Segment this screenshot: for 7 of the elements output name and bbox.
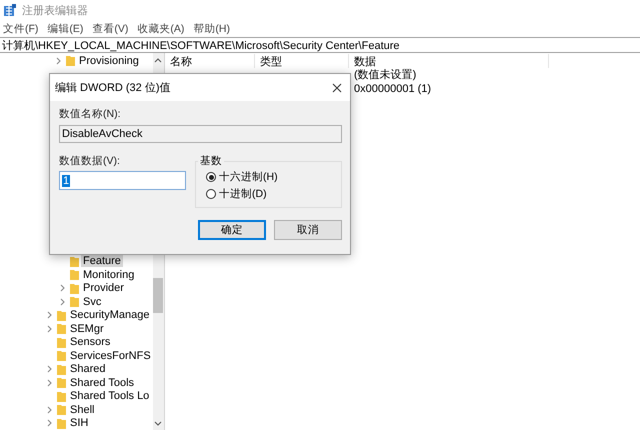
- group-label: 基数: [199, 154, 223, 168]
- window-title: 注册表编辑器: [22, 4, 88, 18]
- field-label: 数值数据(V):: [59, 154, 121, 168]
- dialog-title: 编辑 DWORD (32 位)值: [55, 81, 170, 95]
- value-data: (数值未设置): [354, 68, 416, 82]
- value-data: 0x00000001 (1): [354, 82, 432, 94]
- field-label: 数值名称(N):: [59, 107, 122, 121]
